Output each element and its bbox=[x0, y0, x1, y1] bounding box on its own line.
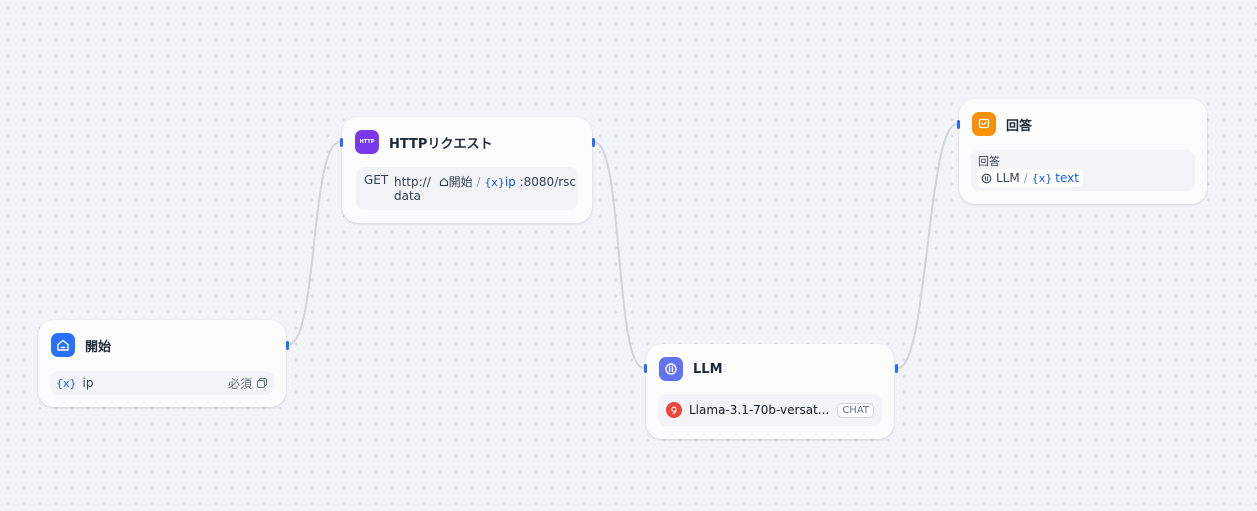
home-icon bbox=[439, 176, 449, 190]
answer-field[interactable]: 回答 LLM / {x} text bbox=[971, 150, 1195, 191]
http-url-ref-node: 開始 bbox=[448, 175, 473, 189]
required-label: 必須 bbox=[227, 376, 252, 391]
http-request-summary[interactable]: GET http:// 開始 / {x}ip :8080/rsc data bbox=[356, 167, 578, 210]
llm-model-selector[interactable]: Llama-3.1-70b-versat... CHAT bbox=[658, 394, 882, 426]
http-url-line: http:// 開始 / {x}ip :8080/rsc bbox=[394, 173, 576, 190]
llm-node-header: LLM bbox=[659, 357, 723, 381]
llm-node[interactable]: LLM Llama-3.1-70b-versat... CHAT bbox=[644, 344, 898, 439]
start-variable-name: ip bbox=[82, 376, 94, 390]
http-url-line2: data bbox=[394, 189, 422, 203]
home-icon bbox=[51, 333, 75, 357]
answer-input-handle[interactable] bbox=[957, 120, 960, 129]
http-input-handle[interactable] bbox=[340, 138, 343, 147]
http-icon: HTTP bbox=[355, 130, 379, 154]
answer-node[interactable]: 回答 回答 LLM / {x} text bbox=[957, 99, 1207, 204]
http-method: GET bbox=[364, 173, 389, 187]
path-separator: / bbox=[476, 175, 481, 189]
answer-ref-var: text bbox=[1055, 171, 1079, 185]
path-separator: / bbox=[1023, 171, 1028, 185]
llm-icon bbox=[659, 357, 683, 381]
llm-icon bbox=[981, 173, 992, 184]
variable-icon: {x} bbox=[56, 376, 77, 390]
http-node-title: HTTPリクエスト bbox=[389, 136, 493, 152]
variable-icon: {x} bbox=[484, 176, 505, 189]
llm-node-title: LLM bbox=[693, 361, 723, 377]
http-request-node[interactable]: HTTP HTTPリクエスト GET http:// 開始 / {x}ip :8… bbox=[340, 117, 595, 223]
start-variable-row[interactable]: {x} ip 必須 bbox=[50, 371, 274, 395]
edge-llm-to-answer[interactable] bbox=[897, 123, 958, 369]
http-icon-label: HTTP bbox=[359, 139, 375, 145]
workflow-edges bbox=[287, 123, 958, 369]
answer-variable-ref[interactable]: LLM / {x} text bbox=[977, 169, 1083, 187]
http-url-prefix: http:// bbox=[394, 175, 431, 189]
answer-ref-node: LLM bbox=[996, 171, 1020, 185]
model-provider-icon bbox=[666, 402, 682, 418]
start-node-title: 開始 bbox=[85, 339, 112, 355]
start-output-handle[interactable] bbox=[286, 341, 289, 350]
llm-output-handle[interactable] bbox=[895, 364, 898, 373]
start-node-header: 開始 bbox=[51, 333, 111, 357]
llm-input-handle[interactable] bbox=[644, 364, 647, 373]
http-node-header: HTTP HTTPリクエスト bbox=[355, 130, 492, 154]
variable-icon: {x} bbox=[1031, 171, 1053, 185]
start-node[interactable]: 開始 {x} ip 必須 bbox=[38, 320, 289, 407]
copy-icon[interactable] bbox=[256, 377, 268, 389]
http-output-handle[interactable] bbox=[592, 138, 595, 147]
answer-node-title: 回答 bbox=[1006, 118, 1033, 134]
edge-start-to-http[interactable] bbox=[287, 141, 341, 346]
chat-mode-badge: CHAT bbox=[837, 402, 874, 418]
http-url-ref-var: ip bbox=[504, 175, 516, 189]
answer-node-header: 回答 bbox=[972, 112, 1032, 136]
http-url-suffix: :8080/rsc bbox=[519, 175, 577, 189]
answer-field-label: 回答 bbox=[978, 155, 1000, 168]
edge-http-to-llm[interactable] bbox=[593, 141, 645, 369]
answer-icon bbox=[972, 112, 996, 136]
llm-model-name: Llama-3.1-70b-versat... bbox=[689, 403, 830, 417]
